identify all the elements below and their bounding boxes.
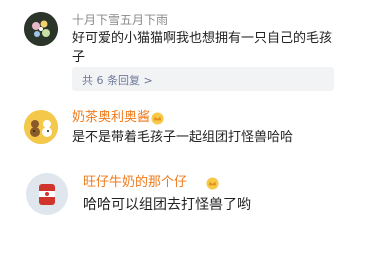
comment-username[interactable]: 奶茶奥利奥酱 [72, 110, 150, 126]
comment-text: 是不是带着毛孩子一起组团打怪兽哈哈 [72, 130, 294, 145]
comment-item-1: 十月下雪五月下雨 好可爱的小猫猫啊我也想拥有一只自己的毛孩 子 共 6 条回复 … [0, 0, 376, 100]
comment-item-3: 旺仔牛奶的那个仔 哈哈可以组团去打怪兽了哟 [0, 165, 376, 261]
replies-box[interactable]: 共 6 条回复 > [72, 67, 334, 91]
comment-username[interactable]: 十月下雪五月下雨 [72, 12, 168, 28]
milk-can-avatar-icon [26, 173, 68, 215]
comment-text-line: 子 [72, 50, 86, 65]
comment-text: 哈哈可以组团去打怪兽了哟 [83, 197, 251, 213]
view-replies-link[interactable]: 共 6 条回复 > [82, 72, 153, 88]
avatar[interactable] [24, 110, 58, 144]
comment-item-2: 奶茶奥利奥酱 是不是带着毛孩子一起组团打怪兽哈哈 [0, 100, 376, 165]
crown-badge-icon [206, 177, 219, 190]
crown-badge-icon [151, 112, 164, 125]
bear-avatar-icon [24, 110, 58, 144]
flower-avatar-icon [24, 12, 58, 46]
avatar[interactable] [26, 173, 68, 215]
comment-text-line: 好可爱的小猫猫啊我也想拥有一只自己的毛孩 [72, 31, 333, 46]
avatar[interactable] [24, 12, 58, 46]
comment-username[interactable]: 旺仔牛奶的那个仔 [83, 175, 187, 191]
comment-text: 好可爱的小猫猫啊我也想拥有一只自己的毛孩 子 [72, 29, 362, 67]
